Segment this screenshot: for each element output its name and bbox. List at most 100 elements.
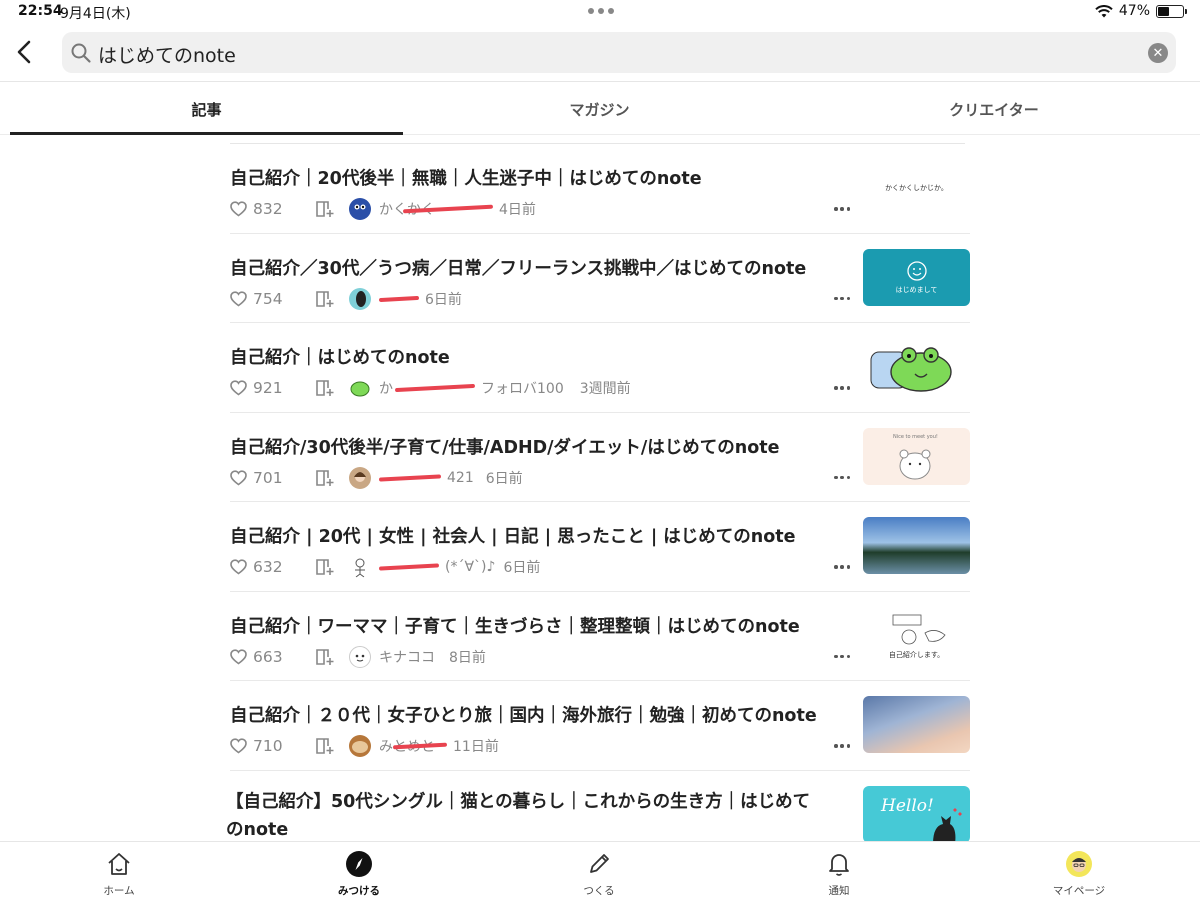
sketch-illustration-icon xyxy=(892,614,946,644)
more-options-icon[interactable] xyxy=(834,654,850,659)
article-title[interactable]: 自己紹介｜はじめてのnote xyxy=(230,344,850,369)
add-to-magazine-icon[interactable] xyxy=(315,648,335,666)
add-to-magazine-icon[interactable] xyxy=(315,469,335,487)
heart-icon[interactable] xyxy=(230,290,247,307)
like-count: 663 xyxy=(253,647,283,666)
article-row[interactable]: 自己紹介｜はじめてのnote 921 か フォロバ100 3週間前 xyxy=(230,323,970,413)
close-icon: ✕ xyxy=(1152,45,1164,61)
clear-search-button[interactable]: ✕ xyxy=(1148,43,1168,63)
nav-discover[interactable]: みつける xyxy=(299,850,419,898)
add-to-magazine-icon[interactable] xyxy=(315,290,335,308)
article-row[interactable]: 自己紹介｜20代後半｜無職｜人生迷子中｜はじめてのnote 832 かくかく 4… xyxy=(230,144,970,234)
more-options-icon[interactable] xyxy=(834,475,850,480)
more-options-icon[interactable] xyxy=(834,386,850,390)
article-row[interactable]: 自己紹介｜ワーママ｜子育て｜生きづらさ｜整理整頓｜はじめてのnote 663 キ… xyxy=(230,592,970,681)
nav-label: みつける xyxy=(338,885,380,897)
nav-label: 通知 xyxy=(828,885,850,897)
like-count: 710 xyxy=(253,737,283,755)
search-tabs: 記事 マガジン クリエイター xyxy=(0,83,1200,135)
author-name[interactable]: キナココ xyxy=(379,647,435,667)
home-icon xyxy=(108,853,130,875)
add-to-magazine-icon[interactable] xyxy=(315,200,335,218)
article-thumbnail[interactable] xyxy=(863,517,970,574)
more-options-icon[interactable] xyxy=(834,744,850,748)
chevron-left-icon xyxy=(17,40,31,64)
search-query: はじめてのnote xyxy=(98,45,236,67)
heart-icon[interactable] xyxy=(230,648,247,665)
multitask-dots[interactable] xyxy=(588,8,614,14)
article-title[interactable]: 自己紹介 | 20代 | 女性 | 社会人 | 日記 | 思ったこと | はじめ… xyxy=(230,523,850,548)
like-count: 754 xyxy=(253,289,283,308)
article-title[interactable]: 自己紹介/30代後半/子育て/仕事/ADHD/ダイエット/はじめてのnote xyxy=(230,434,850,459)
nav-create[interactable]: つくる xyxy=(539,850,659,898)
article-title[interactable]: 自己紹介｜２０代｜女子ひとり旅｜国内｜海外旅行｜勉強｜初めてのnote xyxy=(230,702,850,727)
avatar[interactable] xyxy=(349,735,371,757)
add-to-magazine-icon[interactable] xyxy=(315,379,335,397)
article-title[interactable]: 自己紹介｜ワーママ｜子育て｜生きづらさ｜整理整頓｜はじめてのnote xyxy=(230,613,850,638)
article-list: 自己紹介｜20代後半｜無職｜人生迷子中｜はじめてのnote 832 かくかく 4… xyxy=(226,143,970,860)
more-options-icon[interactable] xyxy=(834,296,850,301)
article-thumbnail[interactable]: Nice to meet you! xyxy=(863,427,970,485)
tab-creators[interactable]: クリエイター xyxy=(796,83,1192,135)
battery-icon xyxy=(1156,4,1187,18)
thumbnail-text: 自己紹介します。 xyxy=(888,650,945,659)
article-title[interactable]: 【自己紹介】50代シングル｜猫との暮らし｜これからの生き方｜はじめてのnote xyxy=(226,788,826,844)
post-date: 4日前 xyxy=(499,202,536,218)
heart-icon[interactable] xyxy=(230,380,247,396)
compass-icon xyxy=(346,851,372,877)
add-to-magazine-icon[interactable] xyxy=(315,558,335,576)
heart-icon[interactable] xyxy=(230,738,247,754)
thumbnail-text: Nice to meet you! xyxy=(893,433,938,440)
nav-label: マイページ xyxy=(1052,885,1106,897)
article-thumbnail[interactable]: Hello! xyxy=(863,785,970,843)
article-row[interactable]: 自己紹介 | 20代 | 女性 | 社会人 | 日記 | 思ったこと | はじめ… xyxy=(230,502,970,592)
redaction-mark xyxy=(378,473,442,482)
tab-magazines[interactable]: マガジン xyxy=(403,83,796,135)
smile-icon xyxy=(906,260,927,281)
redaction-mark xyxy=(378,295,420,302)
cat-illustration-icon xyxy=(933,807,962,843)
avatar[interactable] xyxy=(349,198,371,220)
more-options-icon[interactable] xyxy=(834,565,850,569)
article-thumbnail[interactable]: かくかくしかじか。 xyxy=(863,159,970,216)
heart-icon[interactable] xyxy=(230,469,247,486)
article-title[interactable]: 自己紹介｜20代後半｜無職｜人生迷子中｜はじめてのnote xyxy=(230,165,850,190)
nav-mypage[interactable]: マイページ xyxy=(1019,850,1139,898)
avatar[interactable] xyxy=(349,645,371,668)
redaction-mark xyxy=(394,383,476,393)
author-name: 421 xyxy=(447,469,474,486)
article-title[interactable]: 自己紹介／30代／うつ病／日常／フリーランス挑戦中／はじめてのnote xyxy=(230,255,850,280)
heart-icon[interactable] xyxy=(230,201,247,217)
article-thumbnail[interactable]: はじめまして xyxy=(863,248,970,306)
post-date: 6日前 xyxy=(425,291,462,308)
nav-label: ホーム xyxy=(103,885,135,897)
like-count: 632 xyxy=(253,558,283,576)
add-to-magazine-icon[interactable] xyxy=(315,737,335,755)
article-row[interactable]: 自己紹介／30代／うつ病／日常／フリーランス挑戦中／はじめてのnote 754 … xyxy=(230,234,970,323)
author-name[interactable]: (*´∀`)♪ xyxy=(445,559,495,575)
search-input[interactable]: はじめてのnote ✕ xyxy=(62,32,1176,73)
profile-avatar xyxy=(1066,851,1092,877)
heart-icon[interactable] xyxy=(230,559,247,575)
back-button[interactable] xyxy=(10,36,38,68)
nav-notifications[interactable]: 通知 xyxy=(779,850,899,898)
like-count: 701 xyxy=(253,468,283,487)
search-icon xyxy=(71,43,91,63)
avatar[interactable] xyxy=(349,466,371,489)
status-time: 22:54 xyxy=(18,3,63,19)
article-thumbnail[interactable] xyxy=(863,696,970,753)
post-date: 3週間前 xyxy=(579,381,631,397)
avatar[interactable] xyxy=(349,556,371,578)
article-row[interactable]: 自己紹介/30代後半/子育て/仕事/ADHD/ダイエット/はじめてのnote 7… xyxy=(230,413,970,502)
tab-articles[interactable]: 記事 xyxy=(10,83,403,135)
redaction-mark xyxy=(378,563,440,571)
author-name[interactable]: か xyxy=(379,378,393,398)
article-thumbnail[interactable] xyxy=(863,338,970,395)
nav-home[interactable]: ホーム xyxy=(59,850,179,898)
avatar[interactable] xyxy=(349,287,371,310)
article-row[interactable]: 自己紹介｜２０代｜女子ひとり旅｜国内｜海外旅行｜勉強｜初めてのnote 710 … xyxy=(230,681,970,771)
more-options-icon[interactable] xyxy=(834,207,850,211)
post-date: 11日前 xyxy=(453,739,499,755)
avatar[interactable] xyxy=(349,377,371,399)
article-thumbnail[interactable]: 自己紹介します。 xyxy=(863,606,970,664)
